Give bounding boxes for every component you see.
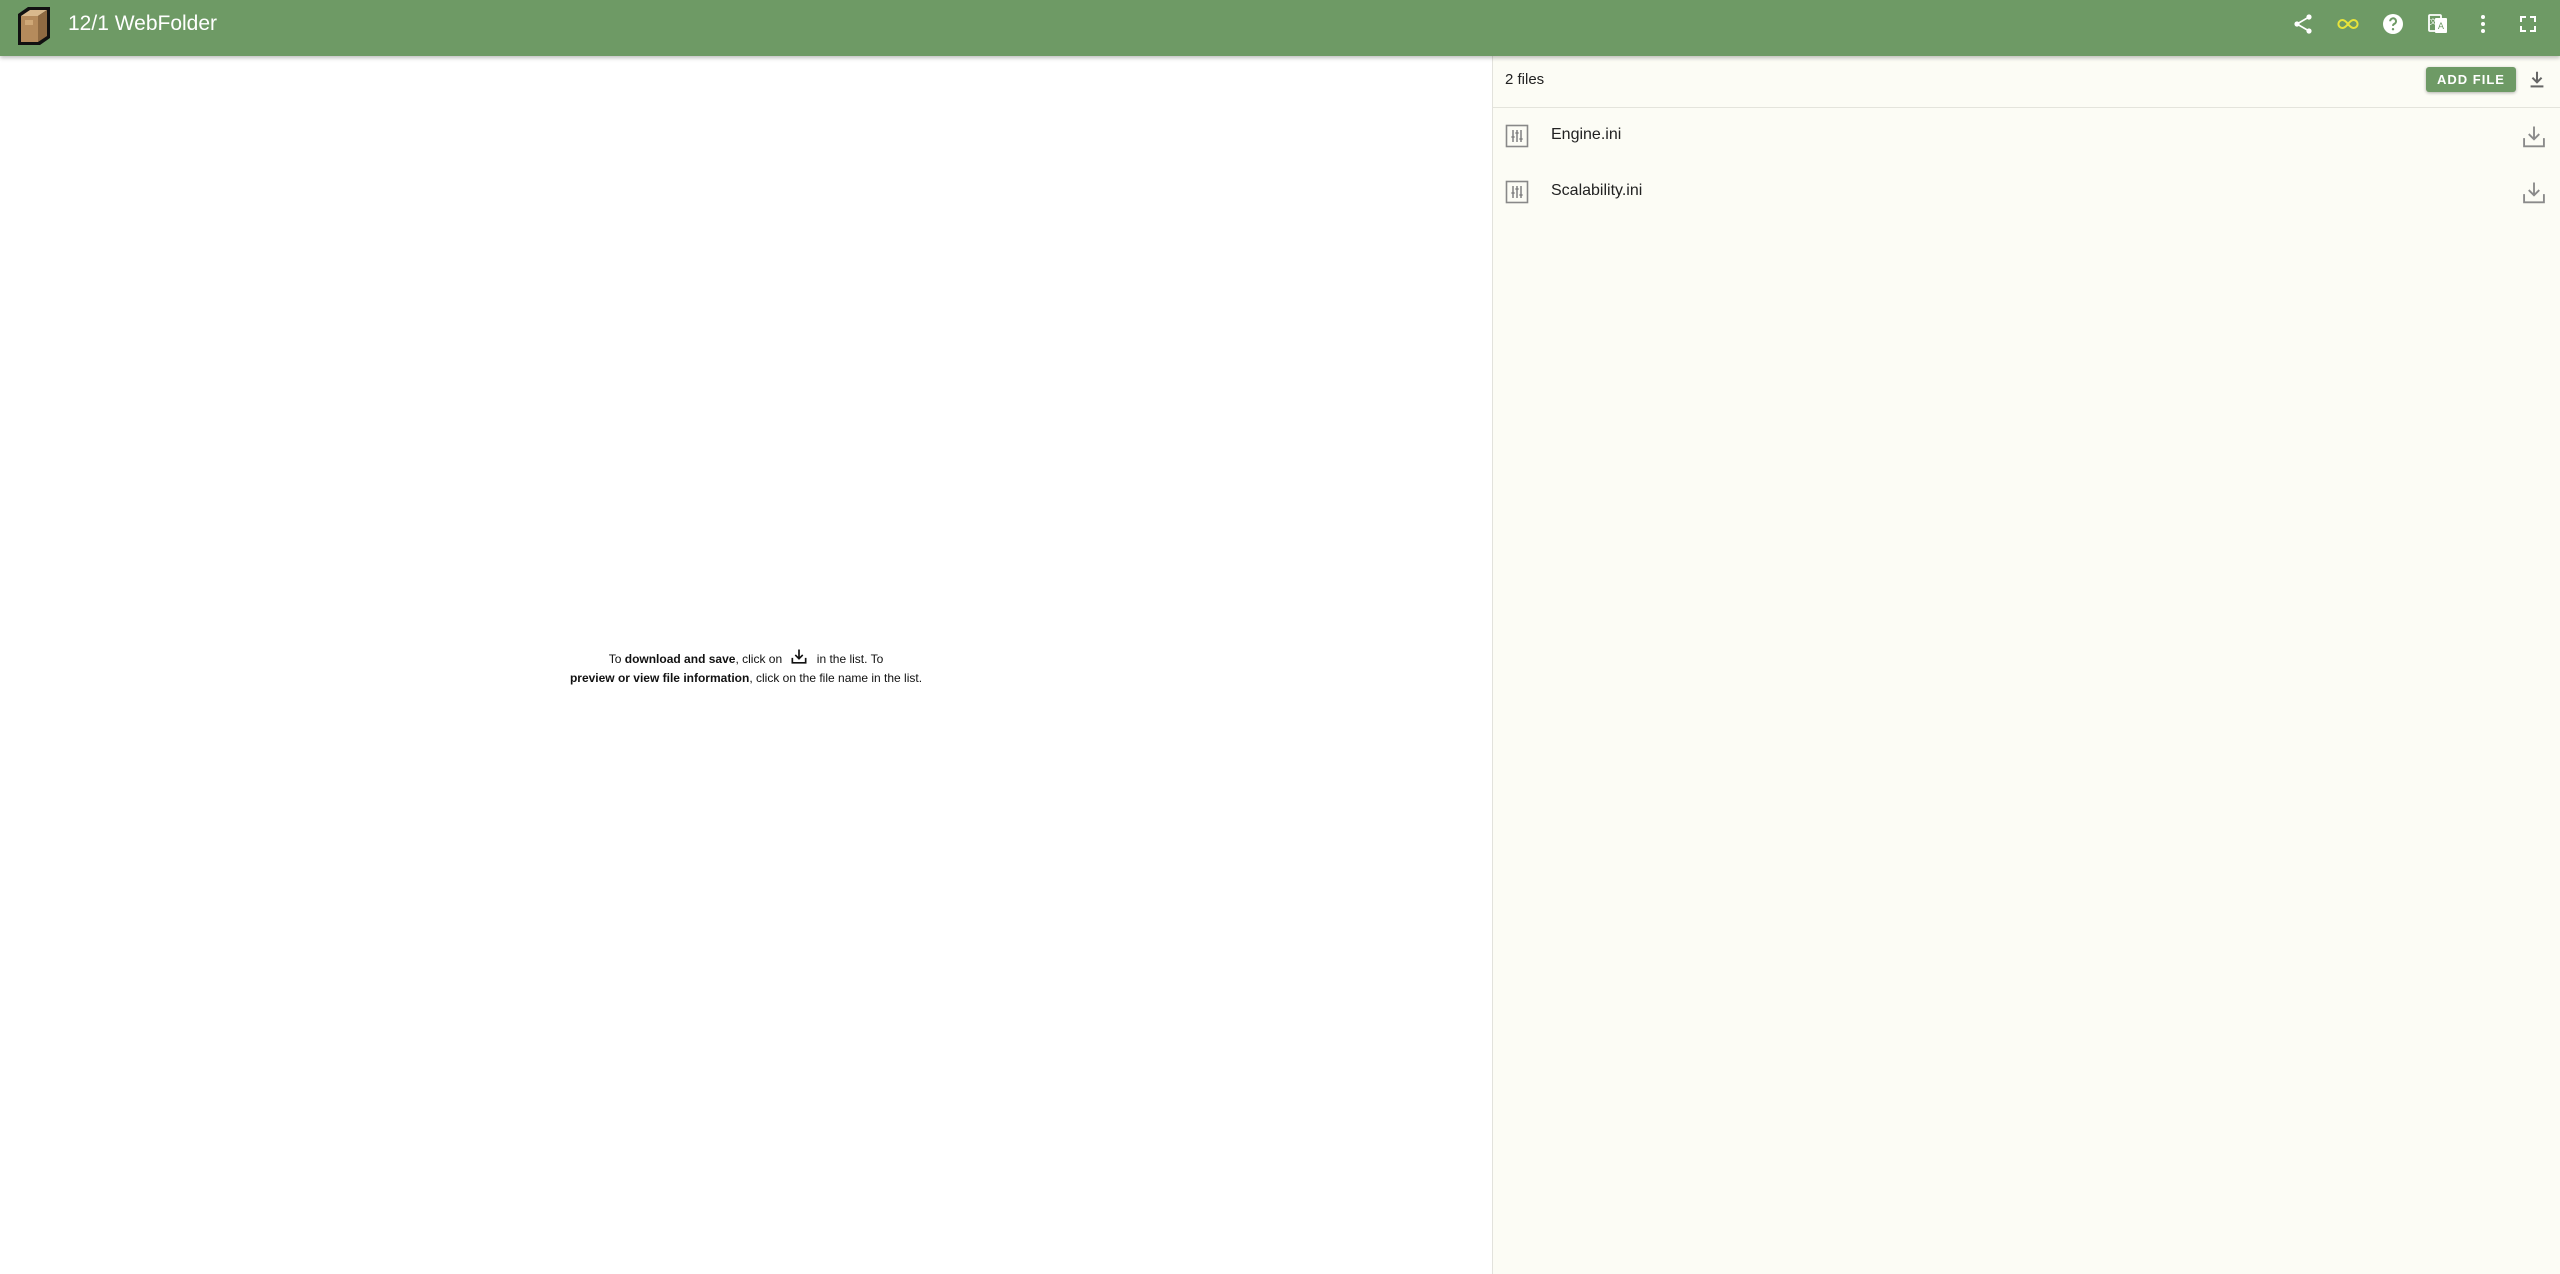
app-logo-icon — [14, 4, 54, 48]
more-options-button[interactable] — [2460, 0, 2505, 48]
app-bar: 12/1 WebFolder A 文 — [0, 0, 2560, 56]
file-row[interactable]: Scalability.ini — [1493, 164, 2560, 220]
svg-text:A: A — [2437, 22, 2444, 32]
infinity-icon — [2336, 18, 2359, 30]
preview-hint-line-1: To download and save, click on in the li… — [0, 647, 1492, 669]
translate-button[interactable]: A 文 — [2415, 0, 2460, 48]
preview-hint-download-emphasis: download and save — [624, 652, 736, 666]
download-icon — [2523, 126, 2545, 148]
file-name[interactable]: Engine.ini — [1551, 126, 1621, 144]
add-file-button[interactable]: ADD FILE — [2426, 67, 2516, 92]
file-row[interactable]: Engine.ini — [1493, 108, 2560, 164]
preview-hint-line-2: preview or view file information, click … — [569, 671, 923, 685]
preview-pane: To download and save, click on in the li… — [0, 56, 1492, 1274]
preview-hint-preview-emphasis: preview or view file information — [569, 671, 750, 685]
share-button[interactable] — [2280, 0, 2325, 48]
app-bar-actions: A 文 — [2280, 0, 2550, 48]
download-icon — [2523, 182, 2545, 204]
settings-file-icon — [1505, 180, 1529, 204]
fullscreen-button[interactable] — [2505, 0, 2550, 48]
more-vert-icon — [2480, 15, 2485, 33]
file-list-pane: 2 files ADD FILE Engine.ini Scalability.… — [1493, 56, 2560, 1274]
fullscreen-icon — [2519, 16, 2536, 32]
download-icon — [791, 649, 807, 664]
svg-text:文: 文 — [2429, 17, 2436, 26]
share-icon — [2293, 14, 2312, 34]
download-all-button[interactable] — [2523, 66, 2551, 94]
help-button[interactable] — [2370, 0, 2415, 48]
download-file-button[interactable] — [2519, 178, 2549, 208]
file-count: 2 files — [1505, 71, 1545, 88]
preview-hint: To download and save, click on in the li… — [0, 647, 1492, 688]
download-file-button[interactable] — [2519, 122, 2549, 152]
help-icon — [2382, 14, 2403, 34]
file-list-header: 2 files ADD FILE — [1493, 56, 2560, 108]
download-all-icon — [2530, 71, 2544, 88]
translate-icon: A 文 — [2427, 14, 2447, 33]
infinity-button[interactable] — [2325, 0, 2370, 48]
settings-file-icon — [1505, 124, 1529, 148]
app-title: 12/1 WebFolder — [68, 12, 218, 35]
file-name[interactable]: Scalability.ini — [1551, 182, 1642, 200]
